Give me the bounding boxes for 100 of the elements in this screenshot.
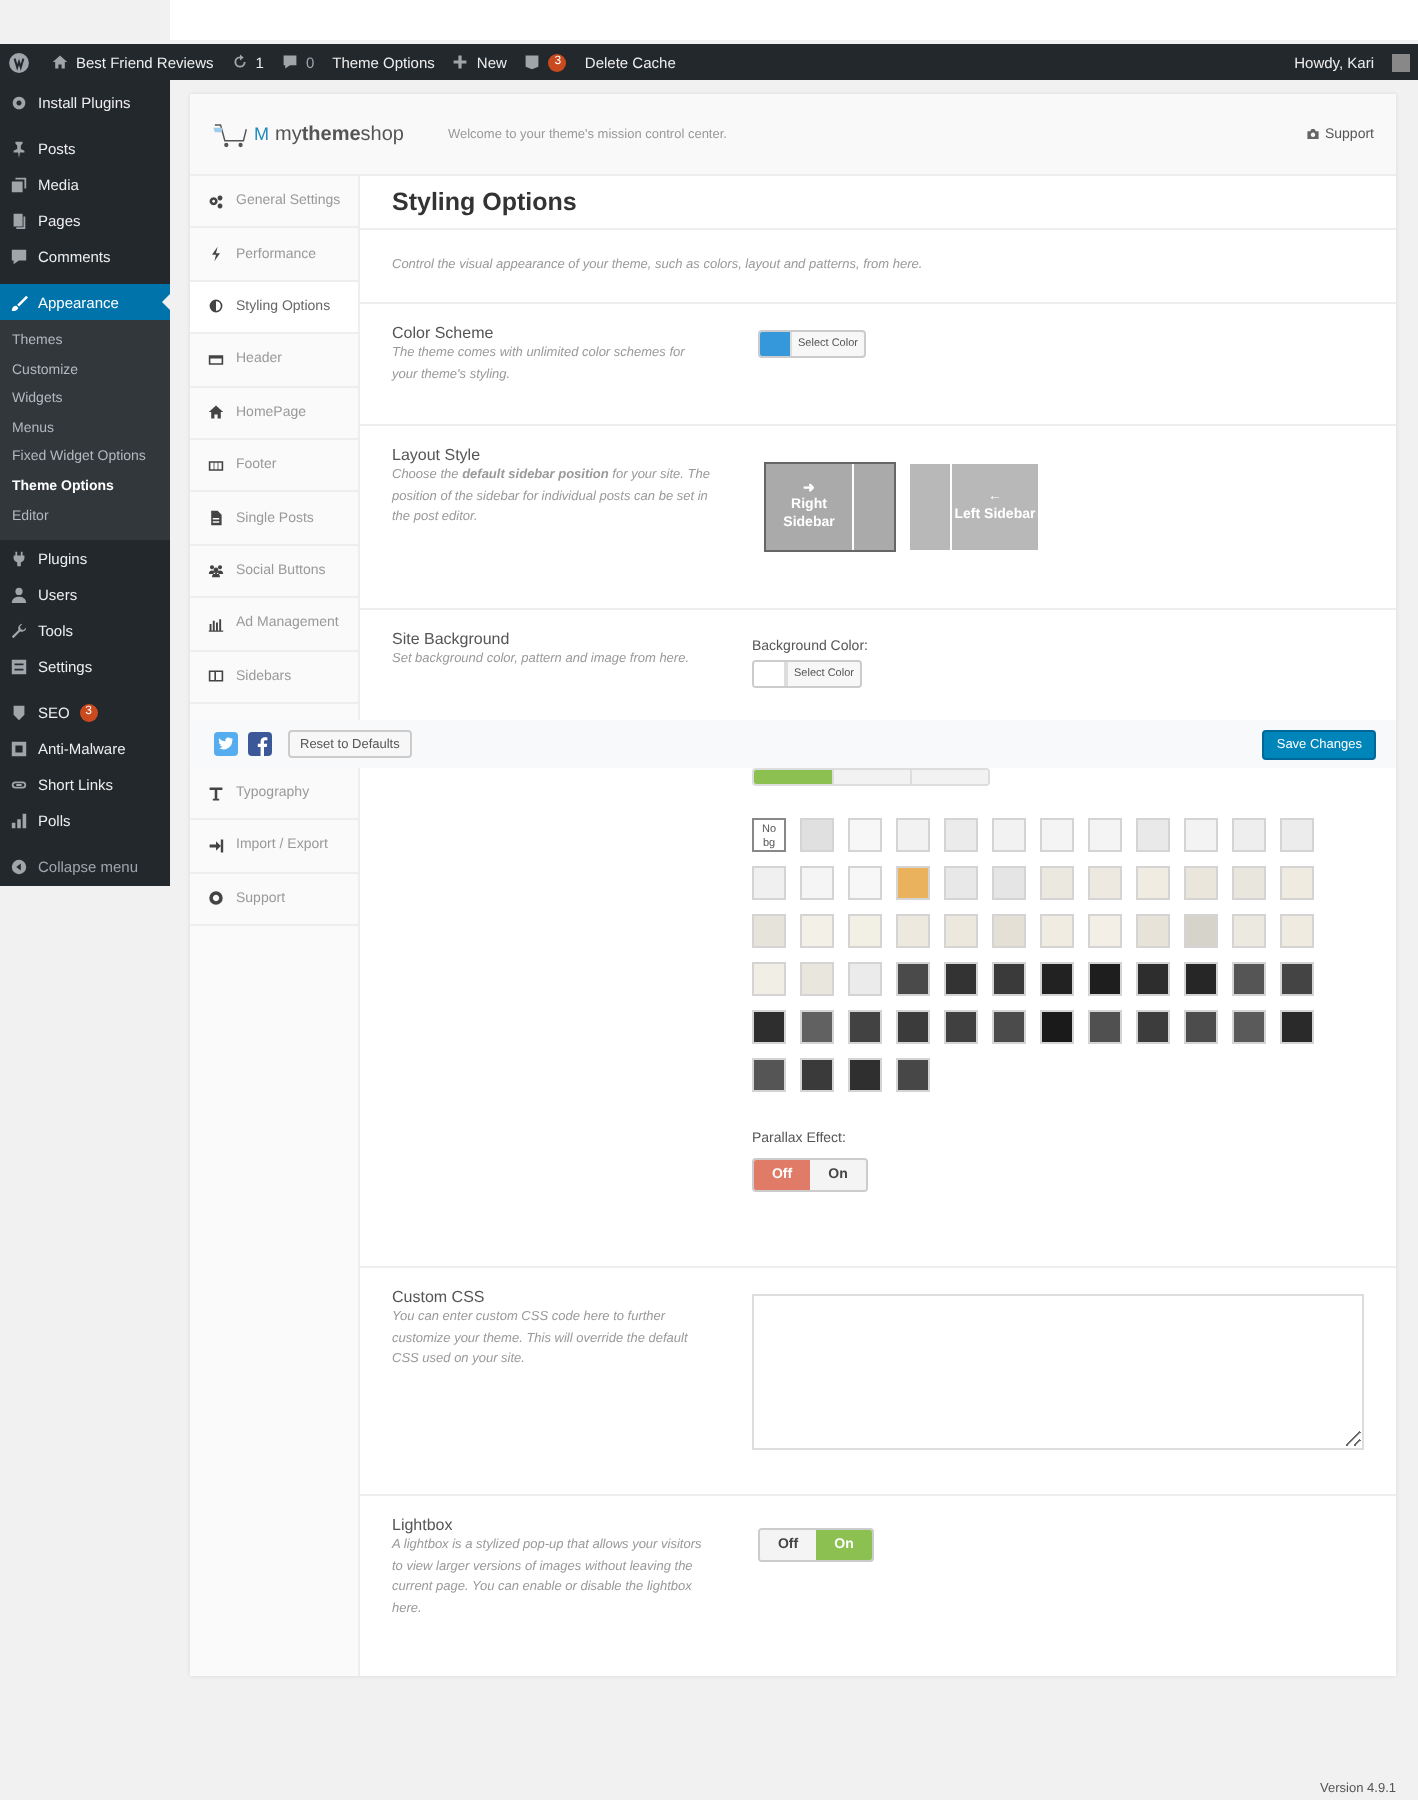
pattern-swatch[interactable] — [800, 866, 834, 900]
pattern-swatch[interactable] — [896, 1010, 930, 1044]
pattern-swatch[interactable] — [1136, 818, 1170, 852]
pattern-swatch[interactable] — [1280, 866, 1314, 900]
wordpress-logo-icon[interactable] — [8, 51, 30, 73]
pattern-swatch[interactable] — [1088, 866, 1122, 900]
pattern-swatch[interactable] — [800, 1010, 834, 1044]
pattern-swatch[interactable] — [1040, 914, 1074, 948]
pattern-swatch[interactable] — [848, 914, 882, 948]
pattern-swatch[interactable] — [992, 962, 1026, 996]
pattern-swatch[interactable] — [1136, 866, 1170, 900]
logo-wordmark: mythemeshop — [275, 123, 404, 145]
pattern-swatch[interactable] — [1088, 1010, 1122, 1044]
pattern-tab[interactable] — [910, 770, 988, 784]
plus-icon — [452, 54, 469, 70]
pages-icon — [10, 211, 28, 229]
camera-icon — [1306, 128, 1321, 140]
pattern-swatch[interactable] — [1184, 1010, 1218, 1044]
header-layout-icon — [208, 351, 224, 368]
pattern-tab[interactable] — [754, 770, 832, 784]
pattern-swatch[interactable] — [1088, 962, 1122, 996]
pattern-swatch[interactable] — [848, 818, 882, 852]
gears-icon — [208, 193, 224, 210]
pattern-swatch[interactable] — [1136, 1010, 1170, 1044]
pattern-swatch[interactable] — [896, 866, 930, 900]
pattern-swatch[interactable] — [1280, 962, 1314, 996]
pattern-swatch[interactable] — [800, 962, 834, 996]
refresh-icon — [231, 54, 248, 70]
pattern-swatch[interactable] — [752, 866, 786, 900]
pattern-swatch[interactable] — [896, 914, 930, 948]
speech-bubble-icon — [10, 247, 28, 265]
pattern-swatch[interactable] — [944, 1010, 978, 1044]
pattern-swatch[interactable] — [848, 962, 882, 996]
pattern-swatch[interactable] — [752, 1010, 786, 1044]
pattern-swatch[interactable] — [992, 1010, 1026, 1044]
pattern-swatch[interactable] — [1040, 818, 1074, 852]
pattern-swatch[interactable] — [848, 1010, 882, 1044]
pattern-swatch[interactable] — [848, 1058, 882, 1092]
pattern-swatch[interactable] — [800, 914, 834, 948]
pattern-swatch[interactable] — [992, 818, 1026, 852]
pattern-swatch[interactable] — [1184, 818, 1218, 852]
home-icon — [208, 404, 224, 421]
pattern-swatch[interactable] — [896, 818, 930, 852]
pattern-swatch[interactable] — [1280, 1010, 1314, 1044]
pattern-swatch[interactable] — [1232, 914, 1266, 948]
pattern-swatch[interactable] — [1088, 818, 1122, 852]
pattern-swatch[interactable] — [1232, 866, 1266, 900]
field-label: Layout Style — [392, 446, 483, 464]
wrench-icon — [10, 621, 28, 640]
pattern-swatch[interactable] — [944, 914, 978, 948]
field-label: Color Scheme — [392, 324, 496, 342]
pattern-swatch[interactable] — [1184, 962, 1218, 996]
field-label: Site Background — [392, 630, 512, 648]
columns-icon — [208, 457, 224, 474]
pattern-swatch[interactable] — [1088, 914, 1122, 948]
pattern-swatch[interactable] — [848, 866, 882, 900]
field-label: Custom CSS — [392, 1288, 487, 1306]
user-icon — [10, 585, 28, 604]
pattern-swatch[interactable] — [944, 866, 978, 900]
cart-logo-icon — [212, 119, 252, 149]
plug-icon — [10, 549, 28, 568]
pattern-swatch[interactable] — [1232, 1010, 1266, 1044]
import-arrow-icon — [208, 837, 224, 854]
pattern-swatch[interactable] — [896, 1058, 930, 1092]
lifebuoy-icon — [208, 890, 224, 907]
bar-chart-icon — [208, 615, 224, 632]
pattern-swatch[interactable] — [992, 914, 1026, 948]
pattern-swatch[interactable] — [752, 1058, 786, 1092]
bird-icon[interactable] — [214, 732, 238, 756]
pattern-swatch[interactable] — [944, 818, 978, 852]
pattern-swatch[interactable] — [896, 962, 930, 996]
pattern-swatch[interactable] — [800, 818, 834, 852]
pattern-swatch[interactable] — [1280, 818, 1314, 852]
document-icon — [208, 510, 224, 527]
lightning-bolt-icon — [208, 246, 224, 263]
pattern-swatch[interactable] — [752, 914, 786, 948]
pattern-swatch[interactable] — [1184, 866, 1218, 900]
pattern-swatch[interactable] — [944, 962, 978, 996]
pattern-swatch[interactable] — [992, 866, 1026, 900]
speech-bubble-icon — [281, 54, 298, 70]
pattern-swatch[interactable] — [1184, 914, 1218, 948]
pattern-swatch[interactable] — [1136, 962, 1170, 996]
pattern-swatch[interactable] — [752, 962, 786, 996]
people-icon — [208, 562, 224, 579]
settings-icon — [10, 657, 28, 676]
avatar-placeholder — [1392, 53, 1410, 71]
custom-css-field[interactable] — [752, 1294, 1364, 1450]
pattern-swatch[interactable] — [1040, 1010, 1074, 1044]
pattern-swatch[interactable] — [800, 1058, 834, 1092]
paintbrush-icon — [10, 293, 28, 311]
pattern-swatch[interactable] — [1040, 866, 1074, 900]
pattern-swatch[interactable] — [1232, 962, 1266, 996]
pattern-swatch[interactable] — [1040, 962, 1074, 996]
two-panel-layout-icon — [208, 668, 224, 685]
pattern-swatch[interactable] — [1136, 914, 1170, 948]
pattern-tab[interactable] — [832, 770, 910, 784]
pattern-swatch[interactable] — [1280, 914, 1314, 948]
letter-f-icon[interactable] — [248, 732, 272, 756]
pattern-swatch[interactable] — [1232, 818, 1266, 852]
gear-icon — [10, 93, 28, 111]
